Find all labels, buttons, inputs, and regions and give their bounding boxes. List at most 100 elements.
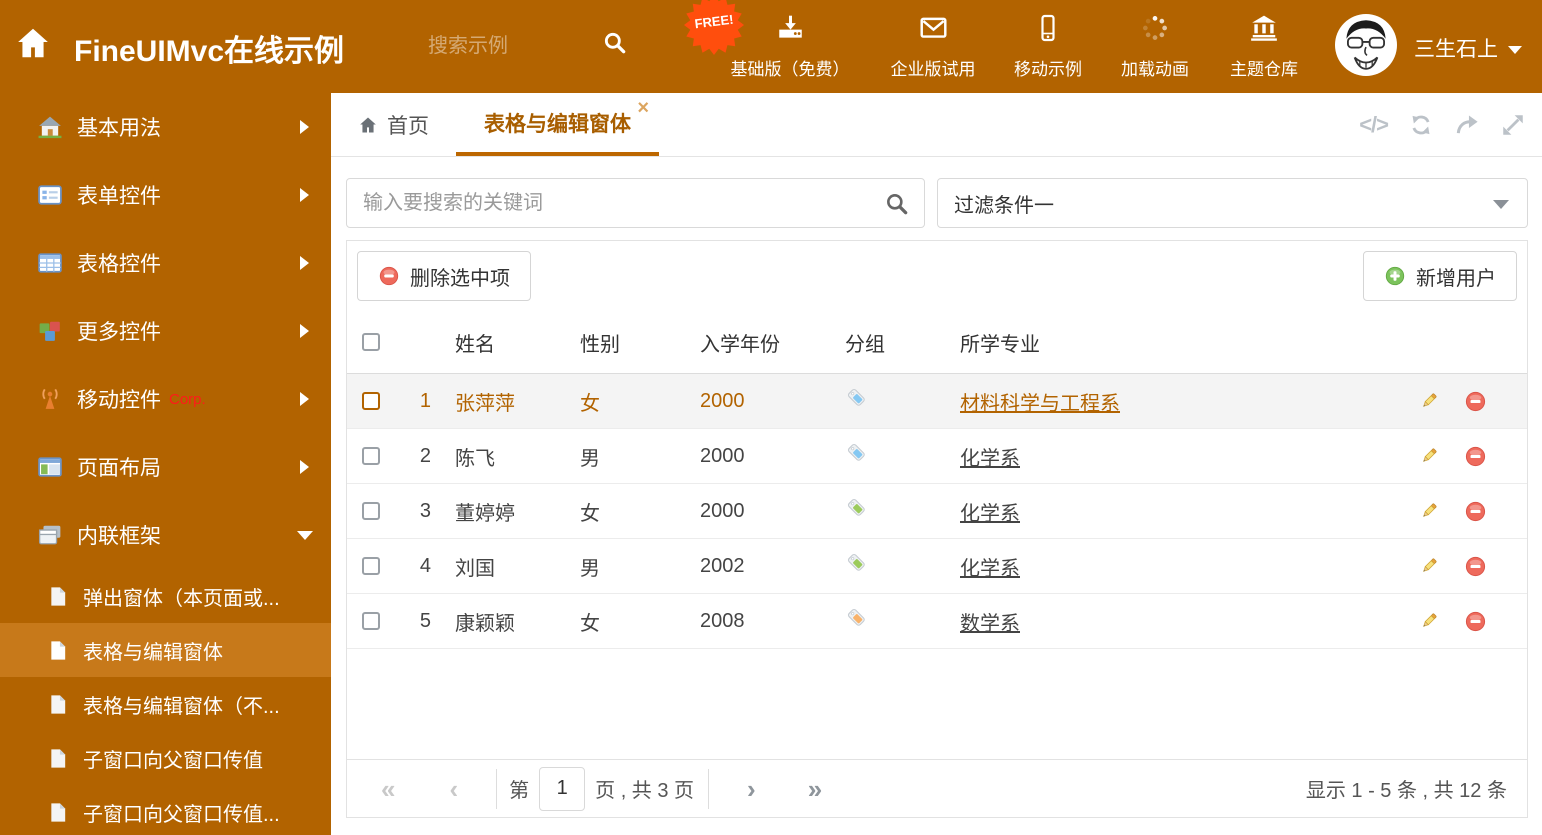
home-icon[interactable]: [14, 24, 52, 67]
delete-icon[interactable]: [1464, 390, 1487, 413]
nav-basic-version[interactable]: 基础版（免费）: [731, 0, 850, 93]
user-menu[interactable]: 三生石上: [1414, 33, 1522, 63]
nav-mobile-examples[interactable]: 移动示例: [1014, 0, 1082, 93]
first-page-button[interactable]: «: [381, 776, 395, 802]
file-icon: [48, 694, 69, 715]
search-icon[interactable]: [884, 191, 910, 222]
header-search-icon[interactable]: [602, 30, 628, 61]
avatar[interactable]: [1335, 14, 1397, 76]
row-checkbox[interactable]: [362, 502, 380, 520]
chevron-down-icon: [1493, 200, 1509, 209]
sidebar-item-inline-frame[interactable]: 内联框架: [0, 501, 331, 569]
keyword-search-input[interactable]: [347, 179, 924, 227]
delete-icon[interactable]: [1464, 445, 1487, 468]
nav-label: 基础版（免费）: [730, 60, 850, 79]
select-all-checkbox[interactable]: [362, 333, 380, 351]
sidebar-item-more-controls[interactable]: 更多控件: [0, 297, 331, 365]
main-content: 首页 表格与编辑窗体 × </> 过滤条件一: [331, 93, 1542, 835]
year-cell: 2002: [700, 554, 745, 577]
edit-icon[interactable]: [1417, 610, 1440, 633]
row-checkbox[interactable]: [362, 557, 380, 575]
year-cell: 2008: [700, 609, 745, 632]
tag-icon: [845, 386, 869, 416]
sidebar: 基本用法 表单控件 表格控件 更多控件 移动控件 Corp. 页面布局 内联框架…: [0, 93, 331, 835]
page-number-input[interactable]: [539, 766, 586, 811]
chevron-down-icon: [297, 530, 313, 540]
sidebar-subitem-popup-window[interactable]: 弹出窗体（本页面或...: [0, 569, 331, 623]
last-page-button[interactable]: »: [808, 776, 822, 802]
sidebar-subitem-child-to-parent[interactable]: 子窗口向父窗口传值: [0, 731, 331, 785]
cubes-icon: [38, 319, 62, 343]
major-link[interactable]: 化学系: [960, 558, 1020, 580]
edit-icon[interactable]: [1417, 500, 1440, 523]
expand-icon[interactable]: [1500, 112, 1526, 138]
tab-grid-edit-window[interactable]: 表格与编辑窗体 ×: [456, 93, 659, 156]
active-tab-underline: [456, 152, 659, 156]
user-name: 三生石上: [1414, 38, 1498, 61]
table-row[interactable]: 4 刘国 男 2002 化学系: [347, 539, 1527, 594]
page-label-suffix: 页 , 共 3 页: [595, 780, 695, 802]
delete-icon[interactable]: [1464, 555, 1487, 578]
sidebar-item-form-controls[interactable]: 表单控件: [0, 161, 331, 229]
utility-icons: </>: [1359, 93, 1526, 156]
keyword-search-box: [346, 178, 925, 228]
delete-icon[interactable]: [1464, 500, 1487, 523]
row-checkbox[interactable]: [362, 612, 380, 630]
sidebar-subitem-grid-edit-window-2[interactable]: 表格与编辑窗体（不...: [0, 677, 331, 731]
add-user-button[interactable]: 新增用户: [1363, 251, 1517, 301]
delete-selected-button[interactable]: 删除选中项: [357, 251, 531, 301]
sidebar-item-mobile-controls[interactable]: 移动控件 Corp.: [0, 365, 331, 433]
tab-home[interactable]: 首页: [358, 93, 429, 156]
row-checkbox[interactable]: [362, 392, 380, 410]
close-icon[interactable]: ×: [637, 98, 649, 118]
page-label-prefix: 第: [509, 780, 530, 802]
nav-loading-animations[interactable]: 加载动画: [1121, 0, 1189, 93]
row-checkbox[interactable]: [362, 447, 380, 465]
chevron-right-icon: [300, 392, 309, 406]
edit-icon[interactable]: [1417, 555, 1440, 578]
sidebar-item-basic-usage[interactable]: 基本用法: [0, 93, 331, 161]
file-icon: [48, 586, 69, 607]
nav-label: 主题仓库: [1230, 60, 1298, 79]
mobile-icon: [1034, 13, 1062, 48]
major-link[interactable]: 化学系: [960, 503, 1020, 525]
source-code-icon[interactable]: </>: [1359, 112, 1389, 138]
table-row[interactable]: 1 张萍萍 女 2000 材料科学与工程系: [347, 374, 1527, 429]
sidebar-subitem-grid-edit-window[interactable]: 表格与编辑窗体: [0, 623, 331, 677]
share-icon[interactable]: [1454, 112, 1480, 138]
column-header-name: 姓名: [455, 333, 495, 356]
plus-circle-icon: [1385, 266, 1405, 286]
chevron-right-icon: [300, 120, 309, 134]
minus-circle-icon: [379, 266, 399, 286]
year-cell: 2000: [700, 389, 745, 412]
pager-divider: [496, 768, 498, 809]
refresh-icon[interactable]: [1408, 112, 1434, 138]
table-row[interactable]: 5 康颖颖 女 2008 数学系: [347, 594, 1527, 649]
table-row[interactable]: 3 董婷婷 女 2000 化学系: [347, 484, 1527, 539]
nav-enterprise-trial[interactable]: 企业版试用: [891, 0, 976, 93]
header-search-input[interactable]: [428, 28, 588, 64]
nav-theme-repository[interactable]: 主题仓库: [1230, 0, 1298, 93]
major-link[interactable]: 数学系: [960, 613, 1020, 635]
next-page-button[interactable]: ›: [747, 776, 756, 802]
sidebar-item-page-layout[interactable]: 页面布局: [0, 433, 331, 501]
name-cell: 康颖颖: [455, 612, 515, 635]
major-link[interactable]: 化学系: [960, 448, 1020, 470]
table-row[interactable]: 2 陈飞 男 2000 化学系: [347, 429, 1527, 484]
year-cell: 2000: [700, 499, 745, 522]
tag-icon: [845, 441, 869, 471]
row-index: 1: [419, 389, 431, 412]
edit-icon[interactable]: [1417, 445, 1440, 468]
edit-icon[interactable]: [1417, 390, 1440, 413]
delete-icon[interactable]: [1464, 610, 1487, 633]
sidebar-subitem-child-to-parent-2[interactable]: 子窗口向父窗口传值...: [0, 785, 331, 835]
pager-divider: [708, 768, 710, 809]
sidebar-item-grid-controls[interactable]: 表格控件: [0, 229, 331, 297]
row-index: 4: [419, 554, 431, 577]
major-link[interactable]: 材料科学与工程系: [960, 393, 1120, 415]
filter-dropdown[interactable]: 过滤条件一: [937, 178, 1528, 228]
grid-toolbar: 删除选中项 新增用户: [347, 241, 1527, 311]
spinner-icon: [1140, 13, 1170, 48]
prev-page-button[interactable]: ‹: [449, 776, 458, 802]
tab-bar: 首页 表格与编辑窗体 × </>: [331, 93, 1542, 157]
